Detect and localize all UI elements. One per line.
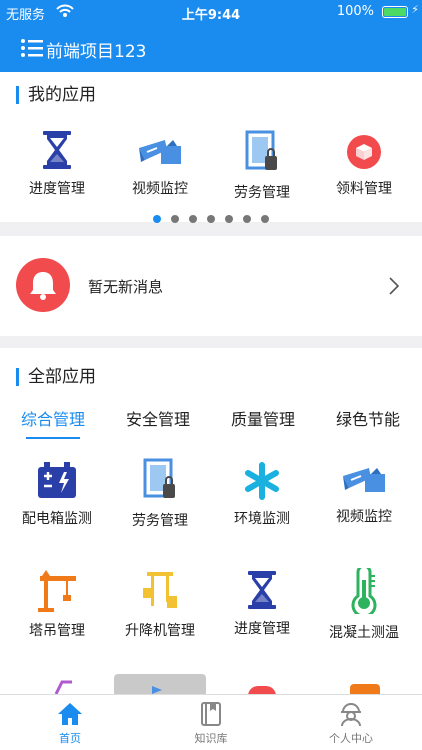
book-icon [201,702,221,726]
app-distribution-box[interactable]: 配电箱监测 [7,460,107,528]
app-label: 视频监控 [336,509,392,525]
app-labor-management[interactable]: 劳务管理 [212,130,312,202]
tab-profile-label: 个人中心 [329,732,373,745]
project-title[interactable]: 前端项目123 [46,37,146,62]
tab-safety[interactable]: 安全管理 [113,406,203,430]
battery-icon [382,6,408,18]
battery-box-icon [38,462,76,498]
app-materials-management[interactable]: 领料管理 [314,134,414,198]
charging-icon: ⚡ [411,3,419,16]
bottom-tab-bar: 首页 知识库 个人中心 [0,694,422,750]
bell-icon [16,258,70,312]
app-label: 混凝土测温 [329,625,399,641]
door-icon [245,130,277,170]
app-video-monitor-grid[interactable]: 视频监控 [314,464,414,526]
status-bar: 无服务 上午9:44 100% ⚡ [0,0,422,24]
app-label: 环境监测 [234,511,290,527]
pager-dot[interactable] [243,215,251,223]
my-apps-card: 我的应用 进度管理 视频监控 劳务管理 领料管理 [0,72,422,222]
hourglass-icon [43,131,71,169]
app-label: 升降机管理 [125,623,195,639]
tab-knowledge-label: 知识库 [194,732,228,745]
tab-quality[interactable]: 质量管理 [218,406,308,430]
nav-bar: 前端项目123 [0,24,422,72]
hourglass-icon [248,571,276,609]
app-label: 劳务管理 [132,513,188,529]
app-progress-management[interactable]: 进度管理 [7,130,107,198]
camera-icon [343,468,385,492]
tab-knowledge[interactable]: 知识库 [151,701,271,746]
camera-icon [139,140,181,164]
chevron-right-icon[interactable] [388,276,400,296]
play-icon [152,686,162,694]
tower-crane-icon [38,570,76,612]
partial-app-icon [54,680,72,694]
all-apps-title: 全部应用 [16,368,96,386]
tab-home-label: 首页 [59,732,81,745]
thermometer-icon [351,568,377,614]
app-label: 进度管理 [234,621,290,637]
materials-icon [347,135,381,169]
app-label: 配电箱监测 [22,511,92,527]
elevator-icon [143,572,177,608]
my-apps-title: 我的应用 [16,86,96,104]
app-concrete-temperature[interactable]: 混凝土测温 [314,568,414,642]
pager-dot[interactable] [225,215,233,223]
tab-green-energy[interactable]: 绿色节能 [323,406,413,430]
app-label: 进度管理 [29,181,85,197]
tab-home[interactable]: 首页 [10,701,130,746]
scroll-overlay [114,674,206,694]
app-labor-management-grid[interactable]: 劳务管理 [110,458,210,530]
app-tower-crane[interactable]: 塔吊管理 [7,570,107,640]
app-label: 领料管理 [336,181,392,197]
category-tabs: 综合管理 安全管理 质量管理 绿色节能 [0,406,422,440]
message-text: 暂无新消息 [88,278,164,296]
app-label: 视频监控 [132,181,188,197]
home-icon [58,703,82,725]
app-environment-monitor[interactable]: 环境监测 [212,462,312,528]
app-progress-management-grid[interactable]: 进度管理 [212,570,312,638]
battery-percentage: 100% [336,4,374,19]
pager-dots[interactable] [0,208,422,227]
tab-underline [26,437,80,439]
menu-icon[interactable] [20,38,44,58]
app-video-monitor[interactable]: 视频监控 [110,136,210,198]
tab-profile[interactable]: 个人中心 [291,701,411,746]
pager-dot[interactable] [171,215,179,223]
asterisk-icon [245,462,279,500]
worker-icon [341,703,361,727]
tab-general[interactable]: 综合管理 [8,406,98,430]
message-card[interactable]: 暂无新消息 [0,236,422,336]
pager-dot[interactable] [189,215,197,223]
pager-dot[interactable] [261,215,269,223]
app-elevator[interactable]: 升降机管理 [110,570,210,640]
pager-dot[interactable] [207,215,215,223]
app-label: 塔吊管理 [29,623,85,639]
pager-dot[interactable] [153,215,161,223]
door-icon [143,458,175,498]
app-label: 劳务管理 [234,185,290,201]
